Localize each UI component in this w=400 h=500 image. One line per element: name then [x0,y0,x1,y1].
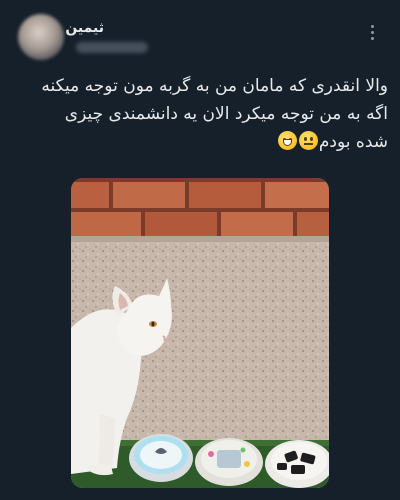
author-handle-blurred [76,42,148,53]
more-options-icon[interactable] [362,22,382,42]
grinning-face-emoji [277,131,297,150]
tweet-card[interactable]: ثیمین والا انقدری که مامان من به گربه مو… [0,0,400,500]
author-name[interactable]: ثیمین [65,20,104,36]
tweet-text-line-last: شده بودم [28,128,388,156]
pet-bowls [129,434,329,488]
tweet-text-line: والا انقدری که مامان من به گربه مون توجه… [41,76,388,96]
cat-photo-illustration [71,178,329,488]
tweet-photo[interactable] [71,178,329,488]
tweet-text: والا انقدری که مامان من به گربه مون توجه… [28,72,388,156]
avatar[interactable] [18,14,64,60]
neutral-face-emoji [298,131,318,150]
tweet-text-line: اگه به من توجه میکرد الان یه دانشمندی چی… [64,104,388,124]
brick-wall [71,178,329,240]
tweet-text-line: شده بودم [318,132,388,152]
